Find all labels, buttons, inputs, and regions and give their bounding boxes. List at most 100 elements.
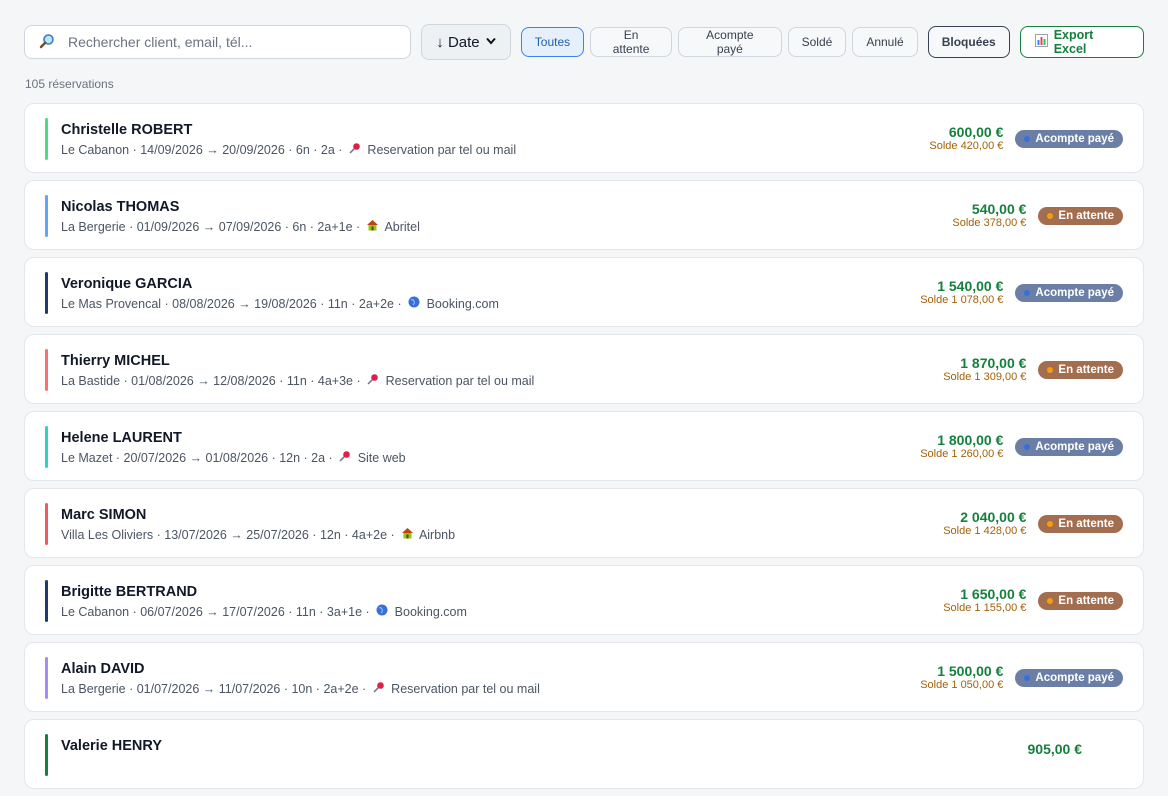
- search-icon: [39, 33, 57, 51]
- sort-select[interactable]: ↓ Date: [421, 24, 511, 60]
- status-label: Acompte payé: [1035, 440, 1114, 453]
- globe-icon: [407, 296, 421, 311]
- filter-toutes[interactable]: Toutes: [520, 27, 585, 57]
- reservation-card[interactable]: Marc SIMON Villa Les Oliviers · 13/07/20…: [24, 488, 1144, 558]
- search-box[interactable]: [24, 25, 412, 59]
- reservation-card[interactable]: Helene LAURENT Le Mazet · 20/07/2026 → 0…: [24, 411, 1144, 481]
- amount-status: 1 500,00 € Solde 1 050,00 € Acompte payé: [920, 663, 1123, 692]
- reservation-details: Le Mas Provencal · 08/08/2026 → 19/08/20…: [61, 296, 499, 311]
- filter-en-attente[interactable]: En attente: [590, 27, 673, 57]
- status-label: Acompte payé: [1035, 132, 1114, 145]
- amounts: 1 540,00 € Solde 1 078,00 €: [920, 278, 1003, 307]
- property-color-bar: [45, 426, 48, 468]
- status-badge: En attente: [1038, 206, 1123, 225]
- reservation-card[interactable]: Christelle ROBERT Le Cabanon · 14/09/202…: [24, 103, 1144, 173]
- sort-label: ↓ Date: [436, 33, 480, 51]
- total-amount: 1 500,00 €: [937, 663, 1004, 679]
- booking-source: Site web: [357, 451, 406, 465]
- reservation-details: Le Cabanon · 06/07/2026 → 17/07/2026 · 1…: [61, 604, 467, 619]
- status-label: En attente: [1058, 594, 1114, 607]
- total-amount: 2 040,00 €: [960, 509, 1027, 525]
- reservation-details: Villa Les Oliviers · 13/07/2026 → 25/07/…: [61, 527, 455, 542]
- amounts: 1 800,00 € Solde 1 260,00 €: [920, 432, 1003, 461]
- property-color-bar: [45, 118, 48, 160]
- reservation-list: Christelle ROBERT Le Cabanon · 14/09/202…: [24, 103, 1144, 796]
- client-name: Helene LAURENT: [61, 430, 182, 446]
- status-filters: Toutes En attente Acompte payé Soldé Ann…: [520, 27, 918, 57]
- status-badge: En attente: [1038, 514, 1123, 533]
- filter-acompte-paye[interactable]: Acompte payé: [678, 27, 782, 57]
- house-icon: [366, 219, 380, 234]
- property-color-bar: [45, 349, 48, 391]
- total-amount: 1 650,00 €: [960, 586, 1027, 602]
- total-amount: 905,00 €: [1027, 741, 1083, 757]
- client-name: Nicolas THOMAS: [61, 199, 180, 215]
- client-name: Marc SIMON: [61, 507, 147, 523]
- stay-details: Le Cabanon · 06/07/2026 → 17/07/2026 · 1…: [61, 605, 370, 619]
- amount-status: 905,00 €: [1028, 740, 1124, 758]
- property-color-bar: [45, 580, 48, 622]
- status-dot: [1024, 674, 1031, 681]
- property-color-bar: [45, 272, 48, 314]
- stay-details: Le Cabanon · 14/09/2026 → 20/09/2026 · 6…: [61, 143, 343, 157]
- reservation-card[interactable]: Veronique GARCIA Le Mas Provencal · 08/0…: [24, 257, 1144, 327]
- reservation-card[interactable]: Thierry MICHEL La Bastide · 01/08/2026 →…: [24, 334, 1144, 404]
- filter-annule[interactable]: Annulé: [852, 27, 918, 57]
- booking-source: Reservation par tel ou mail: [385, 374, 535, 388]
- amount-status: 1 650,00 € Solde 1 155,00 € En attente: [943, 586, 1123, 615]
- chevron-down-icon: [485, 36, 496, 48]
- remaining-balance: Solde 1 050,00 €: [920, 679, 1004, 691]
- amount-status: 1 800,00 € Solde 1 260,00 € Acompte payé: [920, 432, 1123, 461]
- amount-status: 1 870,00 € Solde 1 309,00 € En attente: [943, 355, 1123, 384]
- booking-source: Reservation par tel ou mail: [391, 682, 540, 696]
- house-icon: [400, 527, 414, 542]
- reservation-details: Le Cabanon · 14/09/2026 → 20/09/2026 · 6…: [61, 142, 516, 157]
- reservation-details: La Bergerie · 01/09/2026 → 07/09/2026 · …: [61, 219, 420, 234]
- total-amount: 600,00 €: [948, 124, 1004, 140]
- amount-status: 540,00 € Solde 378,00 € En attente: [952, 201, 1123, 230]
- reservation-card[interactable]: Brigitte BERTRAND Le Cabanon · 06/07/202…: [24, 565, 1144, 635]
- status-dot: [1047, 520, 1054, 527]
- amount-status: 600,00 € Solde 420,00 € Acompte payé: [929, 124, 1123, 153]
- filter-solde[interactable]: Soldé: [787, 27, 847, 57]
- pushpin-icon: [372, 681, 386, 696]
- stay-details: La Bergerie · 01/07/2026 → 11/07/2026 · …: [61, 682, 367, 696]
- search-input[interactable]: [66, 33, 411, 51]
- pushpin-icon: [338, 450, 352, 465]
- reservation-card[interactable]: Nicolas THOMAS La Bergerie · 01/09/2026 …: [24, 180, 1144, 250]
- client-name: Veronique GARCIA: [61, 276, 193, 292]
- stay-details: Le Mazet · 20/07/2026 → 01/08/2026 · 12n…: [61, 451, 333, 465]
- status-dot: [1047, 366, 1054, 373]
- remaining-balance: Solde 1 078,00 €: [920, 294, 1004, 306]
- status-label: Acompte payé: [1035, 671, 1114, 684]
- reservation-card[interactable]: Alain DAVID La Bergerie · 01/07/2026 → 1…: [24, 642, 1144, 712]
- toolbar: ↓ Date Toutes En attente Acompte payé So…: [24, 24, 1144, 60]
- status-dot: [1024, 443, 1031, 450]
- property-color-bar: [45, 657, 48, 699]
- booking-source: Reservation par tel ou mail: [367, 143, 517, 157]
- client-name: Christelle ROBERT: [61, 122, 193, 138]
- status-badge: En attente: [1038, 591, 1123, 610]
- amounts: 540,00 € Solde 378,00 €: [952, 201, 1026, 230]
- amounts: 600,00 € Solde 420,00 €: [929, 124, 1003, 153]
- bar-chart-icon: [1034, 34, 1048, 50]
- pushpin-icon: [366, 373, 380, 388]
- remaining-balance: Solde 420,00 €: [929, 140, 1004, 152]
- stay-details: La Bastide · 01/08/2026 → 12/08/2026 · 1…: [61, 374, 361, 388]
- amount-status: 2 040,00 € Solde 1 428,00 € En attente: [943, 509, 1123, 538]
- booking-source: Airbnb: [418, 528, 456, 542]
- remaining-balance: Solde 1 309,00 €: [943, 371, 1027, 383]
- property-color-bar: [45, 503, 48, 545]
- reservation-card[interactable]: Valerie HENRY 905,00 €: [24, 719, 1144, 789]
- total-amount: 1 870,00 €: [960, 355, 1027, 371]
- blocked-button[interactable]: Bloquées: [927, 26, 1010, 58]
- amounts: 1 870,00 € Solde 1 309,00 €: [943, 355, 1026, 384]
- status-badge: En attente: [1038, 360, 1123, 379]
- export-excel-button[interactable]: Export Excel: [1019, 26, 1144, 58]
- remaining-balance: Solde 1 428,00 €: [943, 525, 1027, 537]
- status-dot: [1024, 289, 1031, 296]
- booking-source: Abritel: [384, 220, 420, 234]
- booking-source: Booking.com: [394, 605, 467, 619]
- globe-icon: [375, 604, 389, 619]
- status-label: En attente: [1058, 209, 1114, 222]
